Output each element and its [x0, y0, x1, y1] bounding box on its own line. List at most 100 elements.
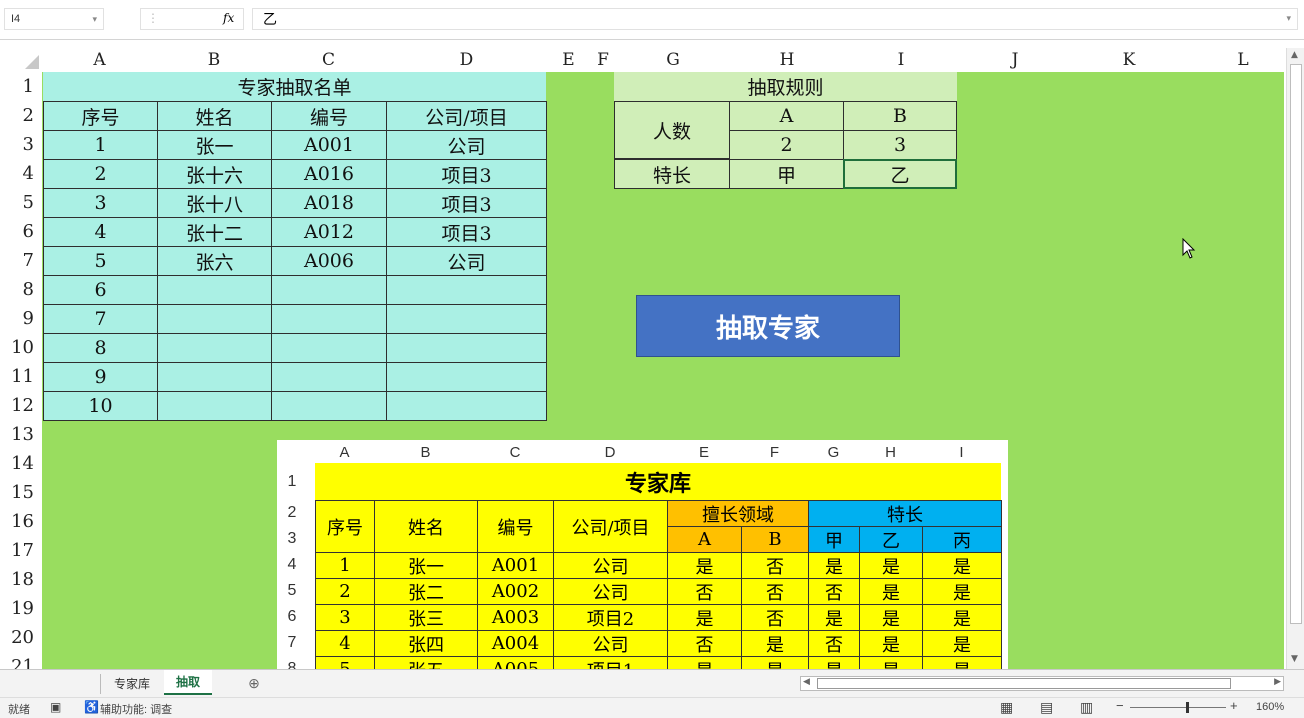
list-cell[interactable]: 公司 [386, 246, 547, 276]
expand-icon[interactable]: ▾ [1286, 14, 1291, 24]
row-header-11[interactable]: 11 [0, 362, 42, 391]
row-header-8[interactable]: 8 [0, 275, 42, 304]
row-header-19[interactable]: 19 [0, 594, 42, 623]
row-header-1[interactable]: 1 [0, 72, 42, 101]
rules-spec-b-selected[interactable]: 乙 [843, 159, 957, 189]
row-header-15[interactable]: 15 [0, 478, 42, 507]
list-cell[interactable]: 2 [43, 159, 158, 189]
name-box[interactable]: I4 ▾ [4, 8, 104, 30]
tab-expert-library[interactable]: 专家库 [104, 671, 160, 695]
scroll-up-icon[interactable]: ▲ [1291, 50, 1298, 60]
page-break-preview-icon[interactable]: ▥ [1080, 699, 1093, 716]
list-cell[interactable] [386, 304, 547, 334]
zoom-slider-handle[interactable] [1186, 702, 1189, 713]
scroll-down-icon[interactable]: ▼ [1291, 654, 1298, 664]
vertical-scrollbar[interactable]: ▲ ▼ [1286, 48, 1304, 669]
rules-cat-a[interactable]: A [729, 101, 844, 131]
list-cell[interactable] [386, 362, 547, 392]
list-cell[interactable]: A006 [271, 246, 387, 276]
formula-input[interactable]: 乙 ▾ [252, 8, 1298, 30]
list-cell[interactable]: 6 [43, 275, 158, 305]
row-header-14[interactable]: 14 [0, 449, 42, 478]
column-header-A[interactable]: A [42, 48, 157, 72]
list-cell[interactable]: A001 [271, 130, 387, 160]
row-header-9[interactable]: 9 [0, 304, 42, 333]
list-cell[interactable]: 项目3 [386, 217, 547, 247]
scroll-right-icon[interactable]: ▶ [1274, 677, 1281, 687]
list-cell[interactable]: A016 [271, 159, 387, 189]
list-cell[interactable]: 5 [43, 246, 158, 276]
column-header-F[interactable]: F [590, 48, 616, 72]
accessibility-icon[interactable]: ♿ [84, 700, 99, 714]
list-cell[interactable]: 3 [43, 188, 158, 218]
list-cell[interactable] [157, 362, 272, 392]
list-cell[interactable]: 7 [43, 304, 158, 334]
list-cell[interactable] [386, 333, 547, 363]
rules-count-a[interactable]: 2 [729, 130, 844, 160]
list-cell[interactable]: 公司 [386, 130, 547, 160]
list-header-cell[interactable]: 编号 [271, 101, 387, 131]
rules-title[interactable]: 抽取规则 [614, 72, 957, 101]
row-header-20[interactable]: 20 [0, 623, 42, 652]
rules-specialty-label[interactable]: 特长 [614, 159, 730, 189]
column-header-I[interactable]: I [844, 48, 958, 72]
list-cell[interactable]: 9 [43, 362, 158, 392]
list-cell[interactable]: 张十六 [157, 159, 272, 189]
list-cell[interactable]: 项目3 [386, 188, 547, 218]
fx-icon[interactable]: fx [223, 11, 234, 25]
expert-library-picture[interactable]: A B C D E F G H I 1 2 3 4 5 6 7 8 专家库 序号 姓名 编号 公司/项目 擅长领域 特长 A B 甲… [277, 440, 1008, 669]
extract-experts-button[interactable]: 抽取专家 [636, 295, 900, 357]
list-cell[interactable]: 张十二 [157, 217, 272, 247]
rules-spec-a[interactable]: 甲 [729, 159, 844, 189]
scroll-left-icon[interactable]: ◀ [803, 677, 810, 687]
zoom-slider[interactable] [1130, 707, 1226, 708]
column-header-C[interactable]: C [271, 48, 386, 72]
row-header-4[interactable]: 4 [0, 159, 42, 188]
list-cell[interactable]: 张六 [157, 246, 272, 276]
row-header-17[interactable]: 17 [0, 536, 42, 565]
rules-cat-b[interactable]: B [843, 101, 957, 131]
zoom-out-icon[interactable]: − [1116, 698, 1124, 713]
list-header-cell[interactable]: 公司/项目 [386, 101, 547, 131]
select-all-corner[interactable] [0, 48, 42, 72]
row-header-13[interactable]: 13 [0, 420, 42, 449]
column-header-K[interactable]: K [1072, 48, 1186, 72]
column-header-J[interactable]: J [958, 48, 1072, 72]
row-header-5[interactable]: 5 [0, 188, 42, 217]
horizontal-scroll-thumb[interactable] [817, 678, 1231, 689]
list-cell[interactable]: 4 [43, 217, 158, 247]
column-header-L[interactable]: L [1186, 48, 1300, 72]
column-header-G[interactable]: G [616, 48, 730, 72]
rules-count-b[interactable]: 3 [843, 130, 957, 160]
list-title[interactable]: 专家抽取名单 [43, 72, 546, 101]
list-cell[interactable] [271, 391, 387, 421]
list-cell[interactable]: 张一 [157, 130, 272, 160]
rules-count-label[interactable]: 人数 [614, 101, 730, 159]
row-header-2[interactable]: 2 [0, 101, 42, 130]
column-header-B[interactable]: B [157, 48, 271, 72]
column-header-E[interactable]: E [547, 48, 590, 72]
row-header-7[interactable]: 7 [0, 246, 42, 275]
vertical-scroll-thumb[interactable] [1290, 64, 1302, 624]
row-header-16[interactable]: 16 [0, 507, 42, 536]
list-cell[interactable]: 1 [43, 130, 158, 160]
list-header-cell[interactable]: 姓名 [157, 101, 272, 131]
normal-view-icon[interactable]: ▦ [1000, 699, 1013, 716]
list-header-cell[interactable]: 序号 [43, 101, 158, 131]
list-cell[interactable]: 10 [43, 391, 158, 421]
list-cell[interactable] [386, 275, 547, 305]
list-cell[interactable] [157, 304, 272, 334]
tab-extract-active[interactable]: 抽取 [164, 670, 212, 695]
zoom-level[interactable]: 160% [1256, 701, 1284, 713]
list-cell[interactable] [271, 362, 387, 392]
row-header-10[interactable]: 10 [0, 333, 42, 362]
list-cell[interactable]: 项目3 [386, 159, 547, 189]
zoom-in-icon[interactable]: + [1230, 698, 1238, 713]
horizontal-scrollbar[interactable]: ◀ ▶ [800, 676, 1284, 691]
macro-record-icon[interactable]: ▣ [50, 700, 61, 714]
status-accessibility[interactable]: 辅助功能: 调查 [100, 701, 172, 717]
list-cell[interactable] [271, 304, 387, 334]
column-header-H[interactable]: H [730, 48, 844, 72]
list-cell[interactable]: 张十八 [157, 188, 272, 218]
list-cell[interactable] [271, 333, 387, 363]
